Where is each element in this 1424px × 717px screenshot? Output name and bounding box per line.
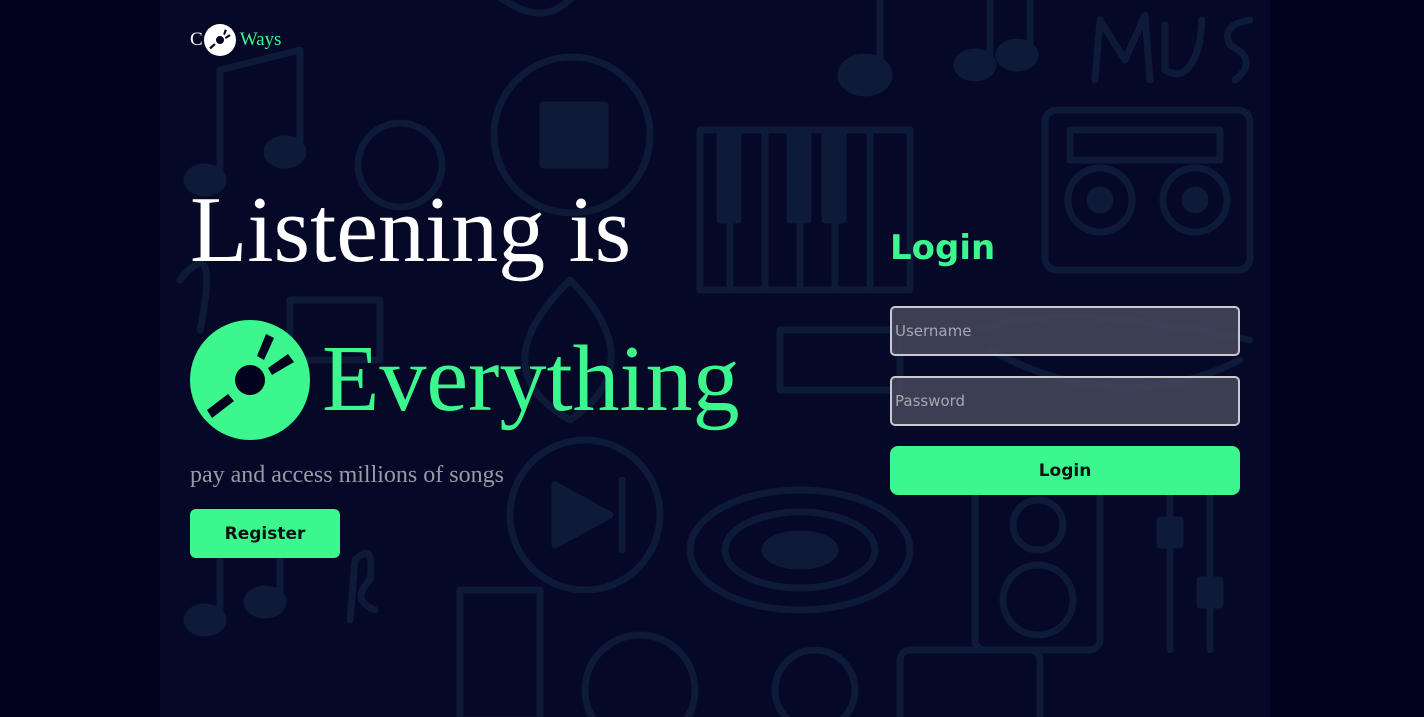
login-button[interactable]: Login <box>890 446 1240 495</box>
hero-tagline: pay and access millions of songs <box>190 462 504 488</box>
login-title: Login <box>890 228 996 268</box>
password-input[interactable] <box>890 376 1240 426</box>
brand-logo-prefix: C <box>190 29 203 50</box>
brand-logo-suffix: Ways <box>239 29 282 50</box>
brand-logo[interactable]: C Ways <box>190 24 281 56</box>
vinyl-disc-icon <box>203 24 236 56</box>
hero-headline-line1: Listening is <box>190 178 632 282</box>
username-input[interactable] <box>890 306 1240 356</box>
vinyl-disc-icon <box>190 320 310 440</box>
register-button[interactable]: Register <box>190 509 340 558</box>
hero-headline-line2: Everything <box>322 327 740 431</box>
